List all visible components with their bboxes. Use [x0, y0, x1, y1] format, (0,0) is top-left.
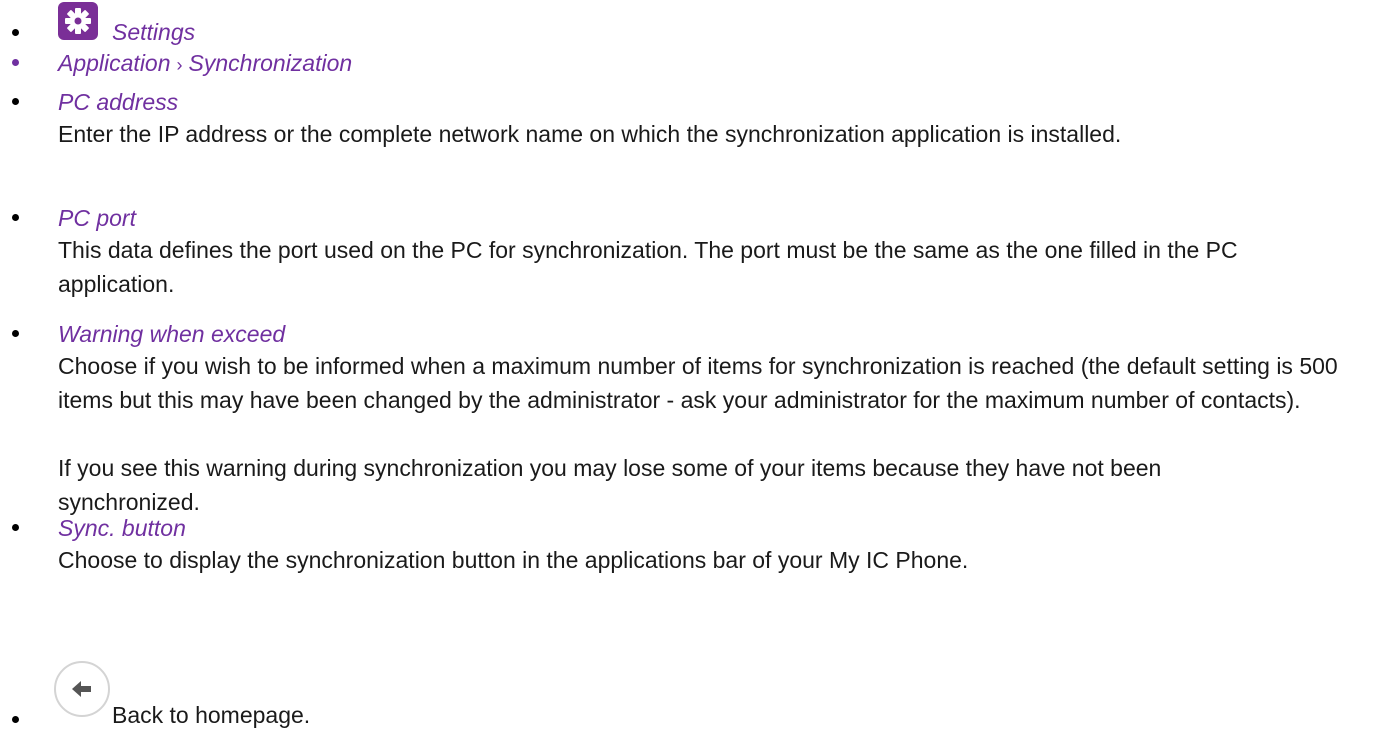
- list-item-settings: Settings: [0, 0, 1381, 45]
- gear-icon: [58, 2, 98, 40]
- breadcrumb-synchronization: Synchronization: [188, 50, 353, 76]
- desc-pc-port: This data defines the port used on the P…: [58, 237, 1238, 297]
- term-pc-address: PC address: [58, 89, 179, 115]
- breadcrumb-separator: ›: [176, 55, 183, 75]
- breadcrumb-application: Application: [58, 50, 171, 76]
- settings-label: Settings: [112, 19, 196, 45]
- bullet: [12, 330, 19, 337]
- term-warning-when-exceed: Warning when exceed: [58, 321, 286, 347]
- desc-warning-note: If you see this warning during synchroni…: [58, 455, 1162, 515]
- back-to-homepage-text: Back to homepage.: [112, 702, 311, 728]
- bullet: [12, 524, 19, 531]
- list-item-pc-port: PC port This data defines the port used …: [0, 201, 1381, 311]
- term-sync-button: Sync. button: [58, 515, 186, 541]
- breadcrumb: Application › Synchronization: [58, 49, 352, 79]
- desc-pc-address: Enter the IP address or the complete net…: [58, 121, 1122, 147]
- desc-sync-button: Choose to display the synchronization bu…: [58, 547, 969, 573]
- desc-warning-when-exceed: Choose if you wish to be informed when a…: [58, 353, 1338, 413]
- list-item-pc-address: PC address Enter the IP address or the c…: [0, 85, 1381, 195]
- bullet: [12, 59, 19, 66]
- list-item-sync-button: Sync. button Choose to display the synch…: [0, 511, 1381, 591]
- back-arrow-icon: [54, 661, 110, 717]
- bullet: [12, 716, 19, 723]
- bullet: [12, 98, 19, 105]
- list-item-breadcrumb: Application › Synchronization: [0, 46, 1381, 80]
- term-pc-port: PC port: [58, 205, 136, 231]
- list-item-back: Back to homepage.: [0, 661, 1381, 729]
- bullet: [12, 29, 19, 36]
- bullet: [12, 214, 19, 221]
